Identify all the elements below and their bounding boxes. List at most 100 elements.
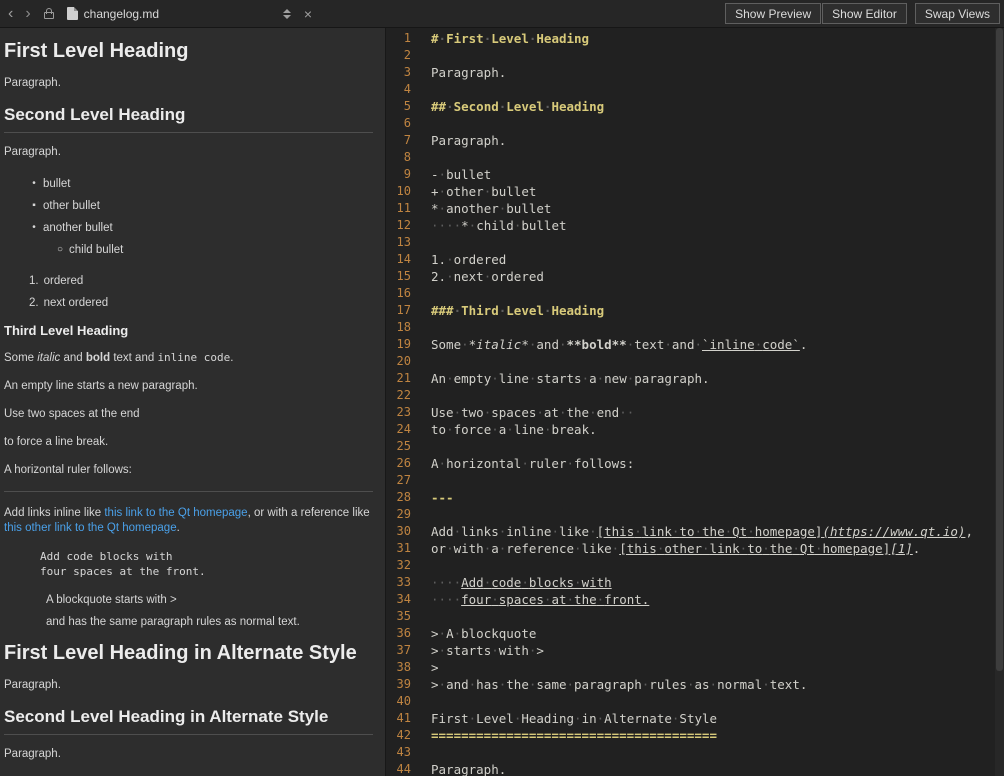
editor-line[interactable]: 44Paragraph. <box>386 761 1004 776</box>
token-t: -·bullet <box>431 167 491 182</box>
editor-line[interactable]: 43 <box>386 744 1004 761</box>
document-dropdown-icon[interactable] <box>278 9 296 19</box>
editor-line[interactable]: 36>·A·blockquote <box>386 625 1004 642</box>
editor-line[interactable]: 34····four·spaces·at·the·front. <box>386 591 1004 608</box>
token-url: [1] <box>890 541 913 556</box>
line-number: 38 <box>386 659 418 676</box>
editor-line[interactable]: 22 <box>386 387 1004 404</box>
editor-line[interactable]: 37>·starts·with·> <box>386 642 1004 659</box>
editor-line[interactable]: 1#·First·Level·Heading <box>386 30 1004 47</box>
editor-line[interactable]: 35 <box>386 608 1004 625</box>
close-icon[interactable]: × <box>296 1 320 27</box>
editor-line[interactable]: 10+·other·bullet <box>386 183 1004 200</box>
list-item: 2.next ordered <box>4 292 373 314</box>
line-content: Add·links·inline·like·[this·link·to·the·… <box>418 523 973 540</box>
token-t: Paragraph. <box>431 65 506 80</box>
editor-line[interactable]: 3Paragraph. <box>386 64 1004 81</box>
swap-views-button[interactable]: Swap Views <box>915 3 1000 24</box>
editor-line[interactable]: 141.·ordered <box>386 251 1004 268</box>
editor-line[interactable]: 41First·Level·Heading·in·Alternate·Style <box>386 710 1004 727</box>
editor-line[interactable]: 40 <box>386 693 1004 710</box>
back-icon[interactable]: ‹ <box>2 1 19 27</box>
editor-line[interactable]: 38> <box>386 659 1004 676</box>
markdown-source-editor[interactable]: 1#·First·Level·Heading23Paragraph.45##·S… <box>386 28 1004 776</box>
line-content <box>418 472 431 489</box>
line-number: 8 <box>386 149 418 166</box>
text-run: and <box>60 352 86 364</box>
editor-line[interactable]: 11*·another·bullet <box>386 200 1004 217</box>
editor-line[interactable]: 31or·with·a·reference·like·[this·other·l… <box>386 540 1004 557</box>
preview-link[interactable]: this link to the Qt homepage <box>104 507 247 519</box>
editor-line[interactable]: 21An·empty·line·starts·a·new·paragraph. <box>386 370 1004 387</box>
editor-line[interactable]: 39 >·and·has·the·same·paragraph·rules·as·… <box>386 676 1004 693</box>
line-content <box>418 353 431 370</box>
line-content: 1.·ordered <box>418 251 506 268</box>
line-content <box>418 234 431 251</box>
editor-line[interactable]: 24to·force·a·line·break. <box>386 421 1004 438</box>
scrollbar-thumb[interactable] <box>996 28 1003 671</box>
line-number: 37 <box>386 642 418 659</box>
editor-line[interactable]: 9 -·bullet <box>386 166 1004 183</box>
token-t: ····*·child·bullet <box>431 218 567 233</box>
preview-ordered-list: 1.ordered2.next ordered <box>4 270 373 314</box>
editor-line[interactable]: 16 <box>386 285 1004 302</box>
editor-scrollbar[interactable] <box>995 28 1004 776</box>
document-icon <box>67 7 78 20</box>
editor-line[interactable]: 12····*·child·bullet <box>386 217 1004 234</box>
editor-line[interactable]: 13 <box>386 234 1004 251</box>
token-t: , <box>965 524 973 539</box>
editor-line[interactable]: 23Use·two·spaces·at·the·end·· <box>386 404 1004 421</box>
line-content: ====================================== <box>418 727 717 744</box>
editor-line[interactable]: 18 <box>386 319 1004 336</box>
line-number: 44 <box>386 761 418 776</box>
editor-line[interactable]: 20 <box>386 353 1004 370</box>
filename[interactable]: changelog.md <box>84 7 159 21</box>
token-t: +·other·bullet <box>431 184 536 199</box>
show-preview-button[interactable]: Show Preview <box>725 3 821 24</box>
editor-line[interactable]: 2 <box>386 47 1004 64</box>
editor-line[interactable]: 6 <box>386 115 1004 132</box>
line-number: 14 <box>386 251 418 268</box>
show-editor-button[interactable]: Show Editor <box>822 3 907 24</box>
line-content: +·other·bullet <box>418 183 536 200</box>
editor-line[interactable]: 19Some·*italic*·and·**bold**·text·and·`i… <box>386 336 1004 353</box>
line-number: 39 <box>386 676 418 693</box>
disc-bullet-marker: • <box>29 173 39 195</box>
editor-line[interactable]: 152.·next·ordered <box>386 268 1004 285</box>
preview-paragraph: Add links inline like this link to the Q… <box>4 506 373 536</box>
editor-line[interactable]: 30Add·links·inline·like·[this·link·to·th… <box>386 523 1004 540</box>
blockquote-line: and has the same paragraph rules as norm… <box>46 615 373 630</box>
preview-paragraph: Use two spaces at the end <box>4 407 373 422</box>
line-content: >·starts·with·> <box>418 642 544 659</box>
editor-line[interactable]: 42====================================== <box>386 727 1004 744</box>
editor-line[interactable]: 28--- <box>386 489 1004 506</box>
forward-icon[interactable]: › <box>19 1 36 27</box>
token-t: >·and·has·the·same·paragraph·rules·as·no… <box>431 677 807 692</box>
editor-line[interactable]: 33····Add·code·blocks·with <box>386 574 1004 591</box>
preview-link[interactable]: this other link to the Qt homepage <box>4 522 177 534</box>
line-content <box>418 608 431 625</box>
line-content <box>418 506 431 523</box>
editor-line[interactable]: 32 <box>386 557 1004 574</box>
line-content: ····four·spaces·at·the·front. <box>418 591 649 608</box>
line-number: 9 <box>386 166 418 183</box>
line-content <box>418 285 431 302</box>
editor-line[interactable]: 4 <box>386 81 1004 98</box>
editor-line[interactable]: 26A·horizontal·ruler·follows: <box>386 455 1004 472</box>
editor-line[interactable]: 5##·Second·Level·Heading <box>386 98 1004 115</box>
editor-line[interactable]: 25 <box>386 438 1004 455</box>
editor-line[interactable]: 8 <box>386 149 1004 166</box>
editor-line[interactable]: 17###·Third·Level·Heading <box>386 302 1004 319</box>
lock-icon[interactable] <box>44 12 54 19</box>
editor-line[interactable]: 7Paragraph. <box>386 132 1004 149</box>
editor-line[interactable]: 27 <box>386 472 1004 489</box>
token-h: #·First·Level·Heading <box>431 31 589 46</box>
line-number: 15 <box>386 268 418 285</box>
line-content: >·and·has·the·same·paragraph·rules·as·no… <box>418 676 807 693</box>
line-number: 11 <box>386 200 418 217</box>
preview-heading-h1: First Level Heading in Alternate Style <box>4 640 373 666</box>
editor-line[interactable]: 29 <box>386 506 1004 523</box>
token-t: Add·links·inline·like· <box>431 524 597 539</box>
line-number: 36 <box>386 625 418 642</box>
line-content: Paragraph. <box>418 761 506 776</box>
